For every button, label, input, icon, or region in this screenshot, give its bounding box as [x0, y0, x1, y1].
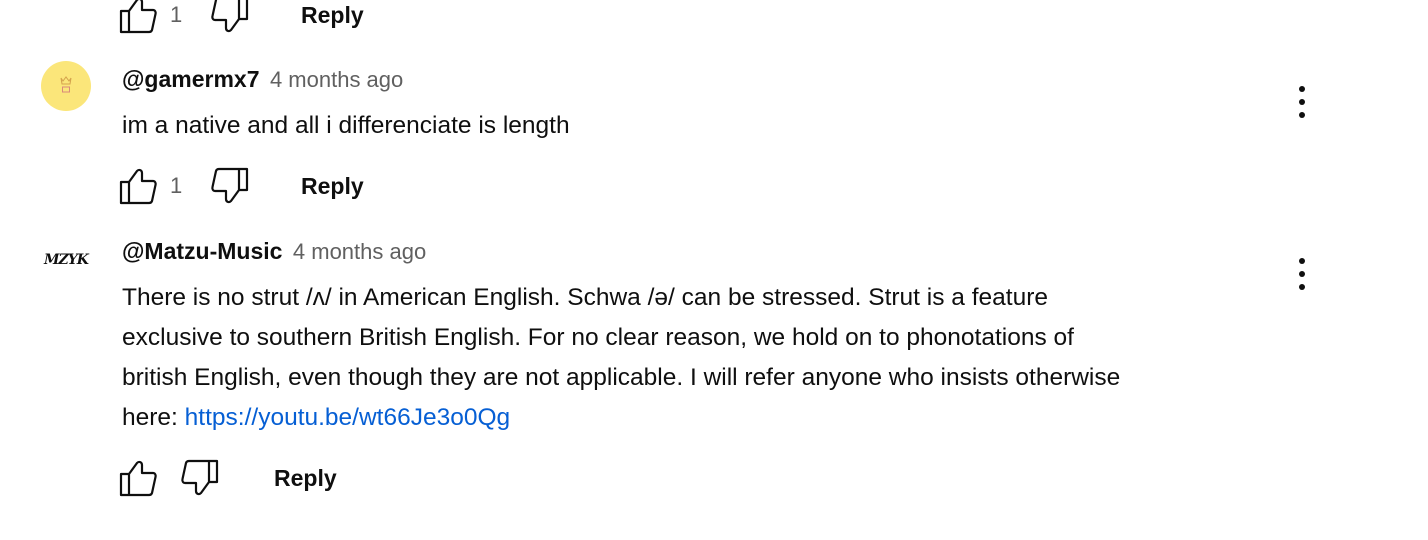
author-name[interactable]: @Matzu-Music — [122, 238, 282, 264]
dislike-button[interactable] — [210, 166, 250, 206]
thumbs-down-icon — [211, 167, 249, 204]
menu-dot — [1299, 112, 1305, 118]
author-name[interactable]: @gamermx7 — [122, 66, 260, 92]
like-button[interactable] — [118, 0, 158, 35]
mzyk-logo-icon: MZYK — [43, 252, 91, 268]
comments-panel: 1 Reply @gamermx7 4 months ago im a nati… — [0, 0, 1428, 540]
comment-header: @Matzu-Music 4 months ago — [122, 238, 426, 265]
avatar[interactable]: MZYK — [41, 233, 91, 283]
reply-button[interactable]: Reply — [301, 173, 364, 200]
thumbs-down-icon — [211, 0, 249, 33]
svg-text:MZYK: MZYK — [43, 252, 90, 268]
comment-actions: Reply — [118, 458, 337, 498]
comment-text-prefix: here: — [122, 404, 185, 431]
comment-text-line: here: https://youtu.be/wt66Je3o0Qg — [122, 398, 1272, 438]
comment-timestamp[interactable]: 4 months ago — [270, 67, 403, 92]
comment-text-line: british English, even though they are no… — [122, 364, 1121, 391]
menu-dot — [1299, 99, 1305, 105]
comment-header: @gamermx7 4 months ago — [122, 66, 403, 93]
comment-actions: 1 Reply — [118, 166, 364, 206]
comment-text-line: There is no strut /ʌ/ in American Englis… — [122, 284, 1048, 311]
menu-dot — [1299, 86, 1305, 92]
comment-text: There is no strut /ʌ/ in American Englis… — [122, 278, 1272, 438]
comment-link[interactable]: https://youtu.be/wt66Je3o0Qg — [185, 404, 511, 431]
like-button[interactable] — [118, 166, 158, 206]
thumbs-up-icon — [119, 168, 157, 205]
menu-dot — [1299, 258, 1305, 264]
reply-button[interactable]: Reply — [274, 465, 337, 492]
like-button[interactable] — [118, 458, 158, 498]
comment-text: im a native and all i differenciate is l… — [122, 112, 570, 139]
reply-button[interactable]: Reply — [301, 2, 364, 29]
avatar-emblem-icon — [41, 61, 91, 111]
thumbs-up-icon — [119, 460, 157, 497]
comment-text-line: exclusive to southern British English. F… — [122, 324, 1074, 351]
like-count: 1 — [170, 173, 183, 198]
menu-dot — [1299, 271, 1305, 277]
previous-comment-actions: 1 Reply — [118, 0, 364, 35]
comment-timestamp[interactable]: 4 months ago — [293, 239, 426, 264]
thumbs-up-icon — [119, 0, 157, 34]
menu-dot — [1299, 284, 1305, 290]
more-vert-icon[interactable] — [1282, 78, 1322, 126]
avatar[interactable] — [41, 61, 91, 111]
dislike-button[interactable] — [180, 458, 220, 498]
dislike-button[interactable] — [210, 0, 250, 35]
like-count: 1 — [170, 2, 183, 27]
more-vert-icon[interactable] — [1282, 250, 1322, 298]
thumbs-down-icon — [181, 459, 219, 496]
